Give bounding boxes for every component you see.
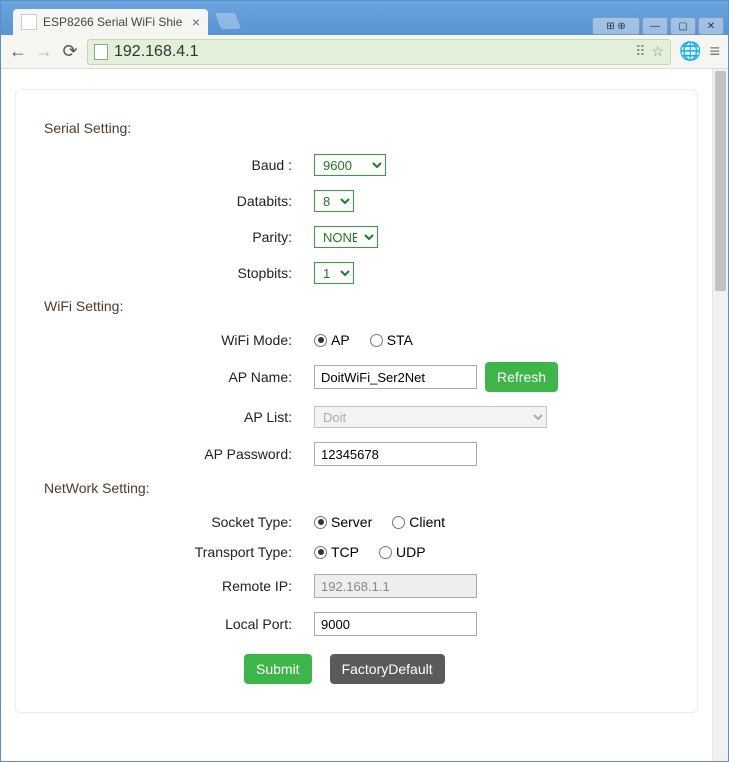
maximize-button[interactable]: ▢ [670, 17, 696, 35]
scroll-thumb[interactable] [715, 71, 726, 291]
remoteip-label: Remote IP: [44, 578, 314, 594]
stopbits-select[interactable]: 1 [314, 262, 354, 284]
radio-unchecked-icon [370, 334, 383, 347]
refresh-button[interactable]: Refresh [485, 362, 558, 392]
close-window-button[interactable]: ✕ [698, 17, 724, 35]
globe-icon[interactable]: 🌐 [679, 41, 701, 62]
file-icon [21, 14, 37, 30]
network-section-title: NetWork Setting: [44, 480, 669, 496]
wifi-section-title: WiFi Setting: [44, 298, 669, 314]
serial-section-title: Serial Setting: [44, 120, 669, 136]
stopbits-label: Stopbits: [44, 265, 314, 281]
submit-button[interactable]: Submit [244, 654, 312, 684]
transport-label: Transport Type: [44, 544, 314, 560]
remoteip-input [314, 574, 477, 598]
url-text: 192.168.4.1 [114, 43, 629, 61]
scrollbar[interactable] [712, 69, 728, 761]
toolbar: ← → ⟳ 192.168.4.1 ⠿ ☆ 🌐 ≡ [1, 35, 728, 69]
reload-button[interactable]: ⟳ [61, 41, 79, 62]
parity-select[interactable]: NONE [314, 226, 378, 248]
apname-input[interactable] [314, 365, 477, 389]
page-content: Serial Setting: Baud : 9600 Databits: 8 … [1, 69, 712, 761]
radio-unchecked-icon [379, 546, 392, 559]
radio-checked-icon [314, 516, 327, 529]
forward-button[interactable]: → [35, 41, 53, 62]
databits-label: Databits: [44, 193, 314, 209]
appassword-label: AP Password: [44, 446, 314, 462]
baud-label: Baud : [44, 157, 314, 173]
appassword-input[interactable] [314, 442, 477, 466]
titlebar: ESP8266 Serial WiFi Shie × ⊞ ⊕ — ▢ ✕ [1, 1, 728, 35]
transport-udp-radio[interactable]: UDP [379, 544, 426, 560]
page-icon [94, 44, 108, 60]
apname-label: AP Name: [44, 369, 314, 385]
viewport: Serial Setting: Baud : 9600 Databits: 8 … [1, 69, 728, 761]
wifimode-ap-radio[interactable]: AP [314, 332, 350, 348]
radio-checked-icon [314, 334, 327, 347]
radio-unchecked-icon [392, 516, 405, 529]
minimize-button[interactable]: — [642, 17, 668, 35]
tab-title: ESP8266 Serial WiFi Shie [43, 15, 188, 29]
close-tab-icon[interactable]: × [192, 14, 200, 30]
radio-checked-icon [314, 546, 327, 559]
extension-icons[interactable]: ⊞ ⊕ [592, 17, 640, 35]
browser-tab[interactable]: ESP8266 Serial WiFi Shie × [13, 9, 208, 35]
bookmark-icon[interactable]: ☆ [652, 43, 665, 60]
factory-default-button[interactable]: FactoryDefault [330, 654, 445, 684]
address-bar[interactable]: 192.168.4.1 ⠿ ☆ [87, 39, 671, 65]
back-button[interactable]: ← [9, 41, 27, 62]
databits-select[interactable]: 8 [314, 190, 354, 212]
settings-panel: Serial Setting: Baud : 9600 Databits: 8 … [15, 89, 698, 713]
localport-input[interactable] [314, 612, 477, 636]
wifimode-sta-radio[interactable]: STA [370, 332, 413, 348]
parity-label: Parity: [44, 229, 314, 245]
localport-label: Local Port: [44, 616, 314, 632]
aplist-select[interactable]: Doit [314, 406, 547, 428]
socket-label: Socket Type: [44, 514, 314, 530]
aplist-label: AP List: [44, 409, 314, 425]
transport-tcp-radio[interactable]: TCP [314, 544, 359, 560]
socket-server-radio[interactable]: Server [314, 514, 372, 530]
socket-client-radio[interactable]: Client [392, 514, 445, 530]
baud-select[interactable]: 9600 [314, 154, 386, 176]
window-controls: ⊞ ⊕ — ▢ ✕ [592, 15, 724, 35]
chrome-window: ESP8266 Serial WiFi Shie × ⊞ ⊕ — ▢ ✕ ← →… [0, 0, 729, 762]
translate-icon[interactable]: ⠿ [635, 43, 645, 60]
new-tab-button[interactable] [215, 13, 241, 29]
menu-icon[interactable]: ≡ [709, 41, 720, 62]
wifimode-label: WiFi Mode: [44, 332, 314, 348]
